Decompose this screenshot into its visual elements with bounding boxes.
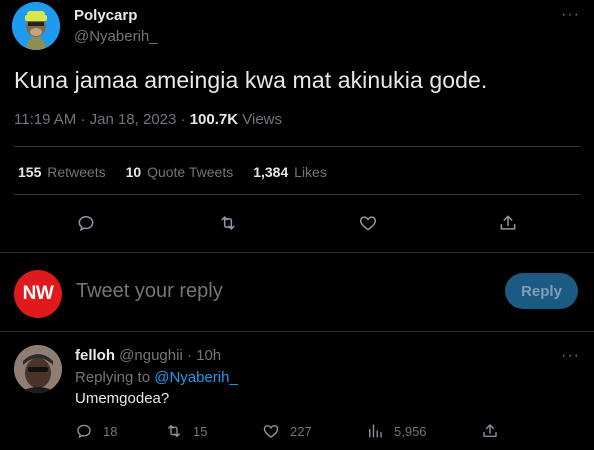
reply-separator: · bbox=[186, 347, 192, 364]
tweet-stats: 155 Retweets 10 Quote Tweets 1,384 Likes bbox=[18, 164, 327, 180]
divider bbox=[14, 146, 580, 147]
replying-to: Replying to @Nyaberih_ bbox=[75, 369, 238, 386]
reply-text: Umemgodea? bbox=[75, 390, 170, 407]
reply-action-bar: 18 15 227 5,956 bbox=[0, 422, 594, 444]
retweets-stat[interactable]: 155 Retweets bbox=[18, 164, 106, 180]
views-icon bbox=[369, 424, 382, 438]
reply-author-name[interactable]: felloh bbox=[75, 347, 115, 364]
like-count: 227 bbox=[290, 423, 312, 439]
reply-button[interactable]: Reply bbox=[505, 273, 578, 309]
like-icon[interactable] bbox=[351, 206, 385, 240]
views-label: Views bbox=[242, 111, 282, 128]
reply-reply-action[interactable]: 18 bbox=[75, 422, 117, 440]
reply-composer: NW Tweet your reply Reply bbox=[0, 260, 594, 320]
reply-author-handle[interactable]: @ngughii bbox=[119, 347, 183, 364]
tweet-time[interactable]: 11:19 AM bbox=[14, 111, 76, 128]
author-handle[interactable]: @Nyaberih_ bbox=[74, 28, 158, 45]
retweet-count: 15 bbox=[193, 423, 208, 439]
tweet-text: Kuna jamaa ameingia kwa mat akinukia god… bbox=[14, 67, 488, 93]
share-icon bbox=[483, 424, 497, 437]
divider bbox=[0, 252, 594, 253]
tweet-meta: 11:19 AM · Jan 18, 2023 · 100.7K Views bbox=[14, 111, 282, 128]
replying-mention[interactable]: @Nyaberih_ bbox=[154, 369, 238, 386]
reply-count: 18 bbox=[103, 423, 118, 439]
reply-header: felloh @ngughii · 10h bbox=[75, 347, 221, 364]
tweet-date[interactable]: Jan 18, 2023 bbox=[90, 111, 177, 128]
author-name[interactable]: Polycarp bbox=[74, 7, 137, 24]
meta-separator: · bbox=[80, 111, 90, 128]
replying-prefix: Replying to bbox=[75, 369, 151, 386]
views-count: 100.7K bbox=[189, 111, 239, 128]
likes-stat[interactable]: 1,384 Likes bbox=[253, 164, 327, 180]
divider bbox=[14, 194, 580, 195]
like-icon bbox=[263, 425, 279, 438]
views-count: 5,956 bbox=[394, 423, 427, 439]
reply-tweet[interactable]: felloh @ngughii · 10h ··· Replying to @N… bbox=[0, 334, 594, 450]
user-avatar[interactable]: NW bbox=[14, 270, 62, 318]
divider bbox=[0, 331, 594, 332]
reply-share-action[interactable] bbox=[481, 422, 499, 440]
reply-retweet-action[interactable]: 15 bbox=[165, 422, 207, 440]
more-options-icon[interactable]: ··· bbox=[561, 6, 580, 24]
retweet-icon bbox=[168, 425, 180, 437]
quotes-stat[interactable]: 10 Quote Tweets bbox=[126, 164, 234, 180]
reply-time[interactable]: 10h bbox=[196, 347, 221, 364]
reply-icon[interactable] bbox=[69, 206, 103, 240]
tweet-action-bar bbox=[0, 206, 594, 240]
meta-separator: · bbox=[180, 111, 190, 128]
reply-views-action[interactable]: 5,956 bbox=[366, 422, 427, 440]
reply-author-avatar[interactable] bbox=[14, 345, 62, 393]
reply-input[interactable]: Tweet your reply bbox=[76, 280, 223, 303]
more-options-icon[interactable]: ··· bbox=[561, 347, 580, 365]
reply-like-action[interactable]: 227 bbox=[262, 422, 312, 440]
author-avatar[interactable] bbox=[12, 2, 60, 50]
reply-icon bbox=[77, 424, 91, 439]
retweet-icon[interactable] bbox=[211, 206, 245, 240]
share-icon[interactable] bbox=[491, 206, 525, 240]
